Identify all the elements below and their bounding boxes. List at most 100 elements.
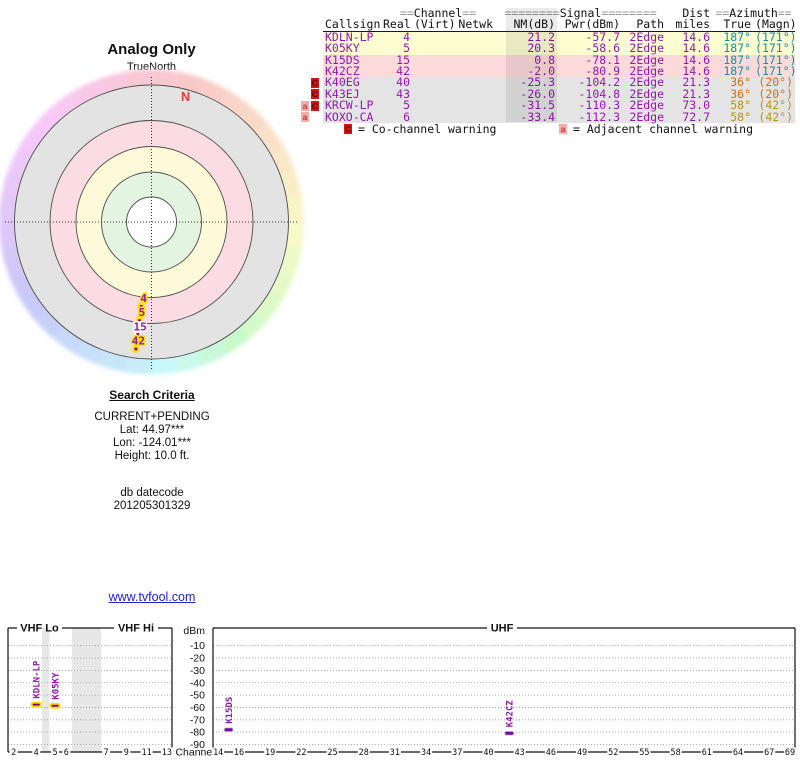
table-row: K43EJC43-26.0-104.82Edge21.336°(20°) [323, 89, 795, 100]
channel-tick: 64 [733, 748, 743, 758]
channel-tick: 2 [11, 748, 16, 758]
search-lat: Lat: 44.97*** [27, 424, 277, 437]
cell-netwk [450, 77, 495, 88]
channel-tick: 67 [764, 748, 774, 758]
channel-tick: 52 [608, 748, 618, 758]
band-station-label: KDLN-LP [32, 660, 42, 699]
channel-tick: 28 [359, 748, 369, 758]
channel-tick: 6 [64, 748, 69, 758]
table-row: KRCW-LPaC5-31.5-110.32Edge73.058°(42°) [323, 100, 795, 111]
co-channel-warning-badge: C [311, 78, 319, 88]
polar-station-label: 42 [132, 335, 145, 348]
band-gridlines [8, 646, 795, 745]
dbm-tick: -90 [190, 739, 205, 751]
channel-tick: 34 [421, 748, 431, 758]
col-virt: (Virt) [412, 19, 450, 31]
band-station-label: K42CZ [505, 700, 515, 728]
cell-netwk [450, 31, 495, 43]
y-axis-unit: dBm [183, 625, 205, 637]
search-criteria-block: Search Criteria CURRENT+PENDING Lat: 44.… [27, 388, 277, 513]
tvfool-link[interactable]: www.tvfool.com [109, 590, 196, 604]
channel-tick: 25 [327, 748, 337, 758]
cell-virt [412, 77, 450, 88]
table-row: K40EGC40-25.3-104.22Edge21.336°(20°) [323, 77, 795, 88]
col-netwk: Netwk [450, 19, 495, 31]
cell-magn_az: (42°) [753, 112, 795, 123]
table-row: K42CZ42-2.0-80.92Edge14.6187°(171°) [323, 66, 795, 77]
cell-nm: -33.4 [495, 112, 557, 123]
search-mode: CURRENT+PENDING [27, 411, 277, 424]
co-channel-warning-badge: C [311, 101, 319, 111]
adjacent-channel-legend-text: = Adjacent channel warning [573, 122, 753, 136]
dbm-tick: -40 [190, 677, 205, 689]
channel-tick: 37 [452, 748, 462, 758]
channel-tick: 61 [702, 748, 712, 758]
polar-station-label: 5 [139, 306, 146, 319]
channel-tick: 31 [390, 748, 400, 758]
dbm-tick-labels: -10-20-30-40-50-60-70-80-90 [190, 640, 205, 751]
channel-tick: 19 [265, 748, 275, 758]
cell-netwk [450, 100, 495, 111]
cell-virt [412, 66, 450, 77]
uhf-panel-border [213, 628, 795, 752]
adjacent-channel-badge: a [559, 124, 567, 134]
band-station-marker [505, 731, 514, 735]
channel-tick: 13 [162, 748, 172, 758]
polar-station-label: 15 [134, 320, 147, 333]
channel-tick: 58 [671, 748, 681, 758]
cell-virt [412, 89, 450, 100]
band-chart: VHF Lo VHF Hi UHF dBm Channel -10-20-30-… [0, 620, 800, 768]
channel-tick: 49 [577, 748, 587, 758]
magnetic-north-label: N [181, 90, 190, 104]
db-datecode-label: db datecode [27, 487, 277, 500]
adjacent-channel-warning-badge: a [301, 112, 309, 122]
channel-tick: 9 [124, 748, 129, 758]
adjacent-channel-legend: a = Adjacent channel warning [559, 122, 753, 136]
dbm-tick: -10 [190, 640, 205, 652]
band-station-marker [32, 703, 41, 707]
band-station-marker [51, 704, 60, 708]
channel-tick: 5 [52, 748, 57, 758]
channel-tick: 46 [546, 748, 556, 758]
search-height: Height: 10.0 ft. [27, 450, 277, 463]
frequency-gap-band [72, 628, 101, 752]
dbm-tick: -20 [190, 653, 205, 665]
cell-netwk [450, 89, 495, 100]
co-channel-legend: C= Co-channel warning [344, 122, 496, 136]
channel-tick: 4 [34, 748, 39, 758]
polar-station-label: 4 [140, 292, 147, 305]
search-criteria-title: Search Criteria [27, 388, 277, 402]
cell-virt [412, 55, 450, 66]
polar-plot: N 4515 42 [0, 0, 310, 385]
co-channel-warning-badge: C [311, 89, 319, 99]
dbm-tick: -80 [190, 727, 205, 739]
dbm-tick: -30 [190, 665, 205, 677]
db-datecode-value: 201205301329 [27, 500, 277, 513]
channel-tick: 16 [234, 748, 244, 758]
dbm-tick: -60 [190, 702, 205, 714]
search-lon: Lon: -124.01*** [27, 437, 277, 450]
cell-netwk [450, 55, 495, 66]
uhf-label: UHF [491, 623, 514, 635]
cell-netwk [450, 66, 495, 77]
cell-virt [412, 43, 450, 54]
dbm-tick: -50 [190, 690, 205, 702]
channel-tick: 69 [785, 748, 795, 758]
co-channel-legend-text: = Co-channel warning [358, 122, 496, 136]
adjacent-channel-warning-badge: a [301, 101, 309, 111]
channel-tick: 11 [142, 748, 152, 758]
band-station-label: K15DS [225, 697, 235, 724]
frequency-gap-band [42, 628, 50, 752]
band-station-label: K05KY [51, 672, 61, 700]
band-station-marker [224, 728, 233, 732]
cell-netwk [450, 43, 495, 54]
station-markers: KDLN-LP K05KY K15DS K42CZ [32, 660, 516, 735]
channel-tick: 55 [639, 748, 649, 758]
signal-table: ==Channel== ========Signal======== Dist … [323, 8, 795, 123]
dbm-tick: -70 [190, 714, 205, 726]
cell-virt [412, 100, 450, 111]
vhf-lo-label: VHF Lo [20, 623, 59, 635]
channel-tick: 14 [213, 748, 223, 758]
channel-tick: 40 [483, 748, 493, 758]
channel-tick-labels: 2456791113141619222528313437404346495255… [10, 748, 796, 759]
